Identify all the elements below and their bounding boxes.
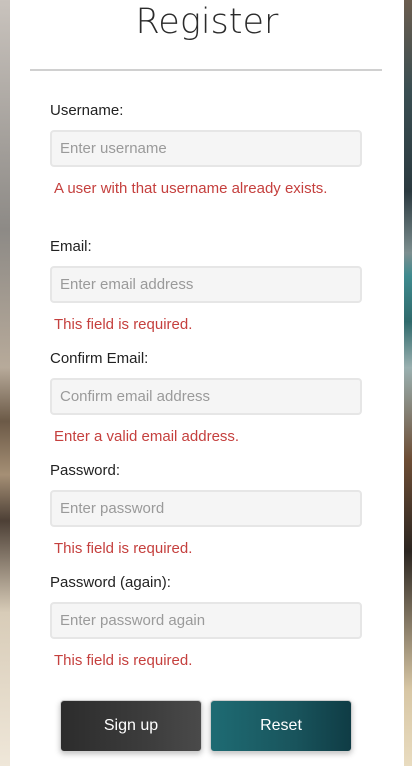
confirm-email-group: Confirm Email: Enter a valid email addre… [50,350,362,449]
confirm-email-error: Enter a valid email address. [54,428,240,445]
email-error: This field is required. [54,316,193,333]
confirm-email-input[interactable] [50,378,362,415]
confirm-email-label: Confirm Email: [50,350,149,367]
title-divider [30,69,382,71]
username-group: Username: A user with that username alre… [50,102,362,201]
password-again-input[interactable] [50,602,362,639]
password-label: Password: [50,462,121,479]
register-card: Register Username: A user with that user… [10,0,404,766]
signup-button[interactable]: Sign up [60,700,202,752]
reset-button[interactable]: Reset [210,700,352,752]
email-group: Email: This field is required. [50,238,362,337]
password-again-group: Password (again): This field is required… [50,574,362,673]
password-again-label: Password (again): [50,574,171,591]
password-group: Password: This field is required. [50,462,362,561]
username-error: A user with that username already exists… [54,180,328,197]
background-photo-left [0,0,10,766]
page-title: Register [135,2,279,42]
username-label: Username: [50,102,124,119]
email-input[interactable] [50,266,362,303]
password-again-error: This field is required. [54,652,193,669]
password-error: This field is required. [54,540,193,557]
password-input[interactable] [50,490,362,527]
username-input[interactable] [50,130,362,167]
background-photo-right [404,0,412,766]
email-label: Email: [50,238,92,255]
